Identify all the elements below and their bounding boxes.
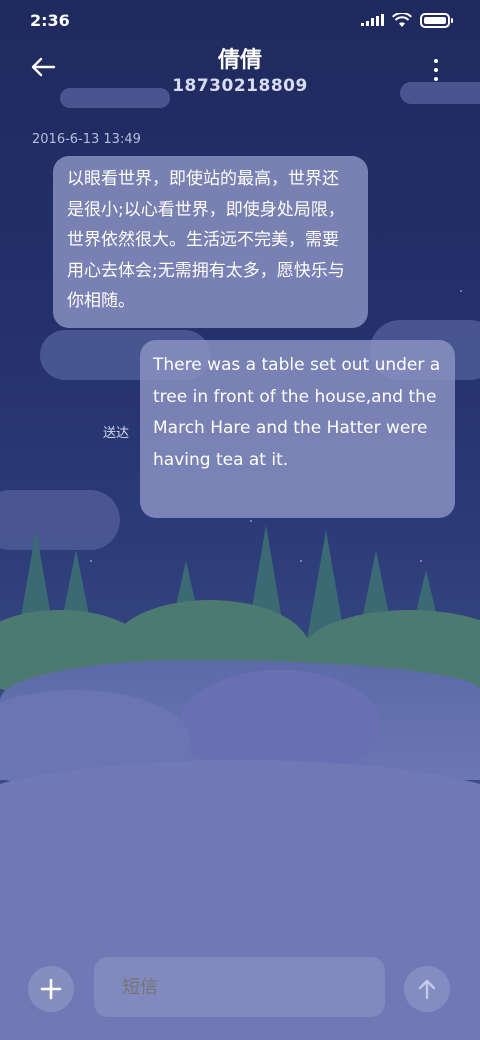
- more-vertical-icon: [434, 59, 438, 63]
- outgoing-message-bubble[interactable]: There was a table set out under a tree i…: [140, 340, 455, 518]
- cellular-signal-icon: [361, 14, 384, 26]
- battery-icon: [420, 12, 453, 28]
- send-arrow-icon: [418, 979, 436, 1000]
- message-input[interactable]: [94, 957, 385, 1017]
- incoming-message-bubble[interactable]: 以眼看世界，即使站的最高，世界还是很小;以心看世界，即使身处局限，世界依然很大。…: [53, 156, 368, 328]
- contact-name: 倩倩: [217, 48, 262, 73]
- plus-icon: [40, 978, 62, 1000]
- conversation-header: 倩倩 18730218809: [0, 40, 480, 100]
- status-bar: 2:36: [0, 0, 480, 40]
- contact-number: 18730218809: [172, 76, 308, 96]
- star: [460, 290, 462, 292]
- status-time: 2:36: [30, 10, 70, 30]
- add-attachment-button[interactable]: [28, 966, 74, 1012]
- wifi-icon: [392, 12, 412, 27]
- delivery-status: 送达: [103, 426, 130, 441]
- more-options-button[interactable]: [428, 56, 444, 84]
- message-timestamp: 2016-6-13 13:49: [32, 132, 141, 147]
- send-button[interactable]: [404, 966, 450, 1012]
